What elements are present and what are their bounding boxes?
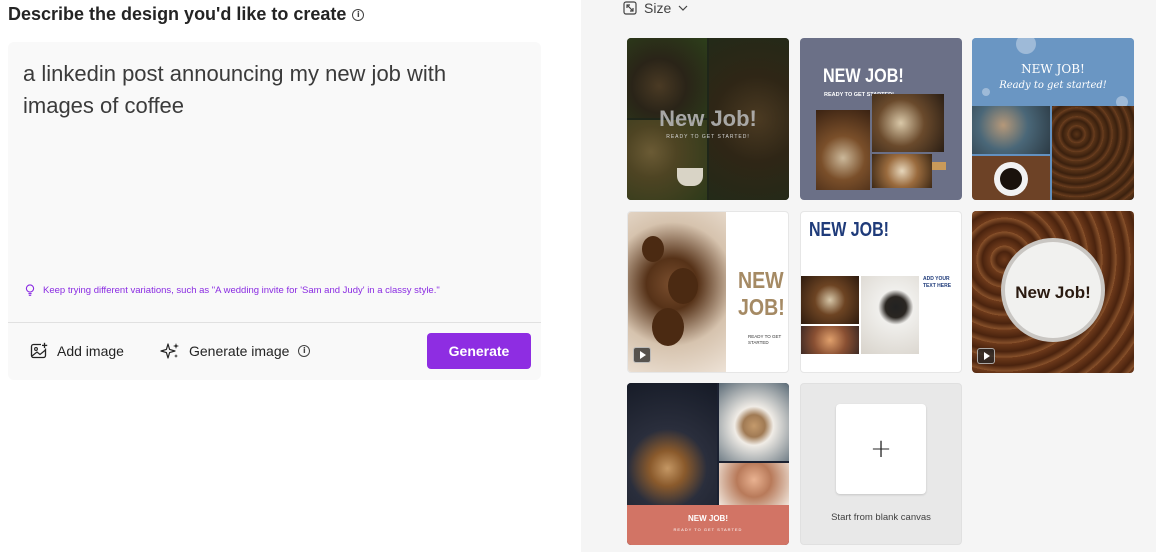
coffee-photo xyxy=(801,276,859,324)
resize-icon xyxy=(623,1,637,15)
template-title: NEW JOB! xyxy=(1021,62,1085,76)
lightbulb-icon xyxy=(25,284,35,296)
person-photo xyxy=(719,463,789,505)
template-subtitle: READY TO GET STARTED xyxy=(673,527,743,532)
prompt-input-box[interactable]: a linkedin post announcing my new job wi… xyxy=(8,42,541,380)
add-image-icon xyxy=(30,342,48,360)
sparkle-icon xyxy=(160,342,180,360)
template-card[interactable]: NEW JOB! READY TO GET STARTED xyxy=(627,211,789,373)
page-title: Describe the design you'd like to create… xyxy=(8,4,365,25)
coffee-cup-graphic xyxy=(677,168,703,186)
plus-icon: + xyxy=(836,404,926,494)
person-photo xyxy=(801,326,859,354)
coffee-photo xyxy=(872,94,944,152)
prompt-textarea[interactable]: a linkedin post announcing my new job wi… xyxy=(23,58,523,122)
blank-canvas-label: Start from blank canvas xyxy=(831,512,931,523)
coffee-beans-photo xyxy=(1052,106,1134,200)
template-gallery: Size New Job! READY TO GET STARTED! NEW … xyxy=(581,0,1156,552)
coffee-photo xyxy=(816,110,870,190)
tip-text: Keep trying different variations, such a… xyxy=(43,284,440,296)
add-image-button[interactable]: Add image xyxy=(30,342,124,360)
generate-image-button[interactable]: Generate image i xyxy=(160,342,311,360)
template-title: New Job! xyxy=(659,106,757,131)
blank-canvas-card[interactable]: + Start from blank canvas xyxy=(800,383,962,545)
template-card[interactable]: NEW JOB! ADD YOUR TEXT HERE xyxy=(800,211,962,373)
info-icon[interactable]: i xyxy=(352,8,365,21)
template-subtitle: ADD YOUR TEXT HERE xyxy=(923,276,952,289)
template-card[interactable]: New Job! READY TO GET STARTED! xyxy=(627,38,789,200)
template-subtitle: READY TO GET STARTED! xyxy=(666,134,750,140)
coffee-bean-graphic xyxy=(642,236,664,262)
template-title: NEW JOB! xyxy=(809,219,889,241)
size-label: Size xyxy=(644,0,672,16)
prompt-panel: Describe the design you'd like to create… xyxy=(0,0,581,552)
title-band xyxy=(627,505,789,545)
coffee-photo xyxy=(627,120,707,200)
size-dropdown[interactable]: Size xyxy=(623,0,688,16)
template-card[interactable]: NEW JOB! READY TO GET STARTED! xyxy=(800,38,962,200)
template-card[interactable]: NEW JOB! Ready to get started! xyxy=(972,38,1134,200)
divider xyxy=(8,322,541,323)
template-title: NEW JOB! xyxy=(688,514,728,523)
coffee-photo xyxy=(972,106,1050,154)
template-subtitle: Ready to get started! xyxy=(999,80,1107,91)
designer-window: Describe the design you'd like to create… xyxy=(0,0,1156,552)
coffee-photo xyxy=(872,154,932,188)
template-title: NEW JOB! xyxy=(738,267,785,320)
generate-image-label: Generate image xyxy=(189,343,290,359)
template-title: NEW JOB! xyxy=(823,66,904,87)
tip-hint: Keep trying different variations, such a… xyxy=(25,284,440,296)
latte-photo xyxy=(719,383,789,461)
template-card[interactable]: NEW JOB! READY TO GET STARTED xyxy=(627,383,789,545)
template-title: New Job! xyxy=(1015,283,1091,302)
accent-bar xyxy=(932,162,946,170)
template-subtitle: READY TO GET STARTED xyxy=(748,334,782,345)
coffee-photo xyxy=(861,276,919,354)
coffee-cup-graphic xyxy=(994,162,1028,196)
coffee-bean-graphic xyxy=(652,308,684,346)
latte-photo xyxy=(627,383,717,505)
coffee-bean-graphic xyxy=(668,268,698,304)
video-play-icon xyxy=(633,347,651,363)
add-image-label: Add image xyxy=(57,343,124,359)
page-title-text: Describe the design you'd like to create xyxy=(8,4,347,24)
template-card[interactable]: New Job! xyxy=(972,211,1134,373)
info-icon[interactable]: i xyxy=(298,345,311,357)
video-play-icon xyxy=(977,348,995,364)
generate-button[interactable]: Generate xyxy=(427,333,531,369)
chevron-down-icon xyxy=(678,5,688,11)
